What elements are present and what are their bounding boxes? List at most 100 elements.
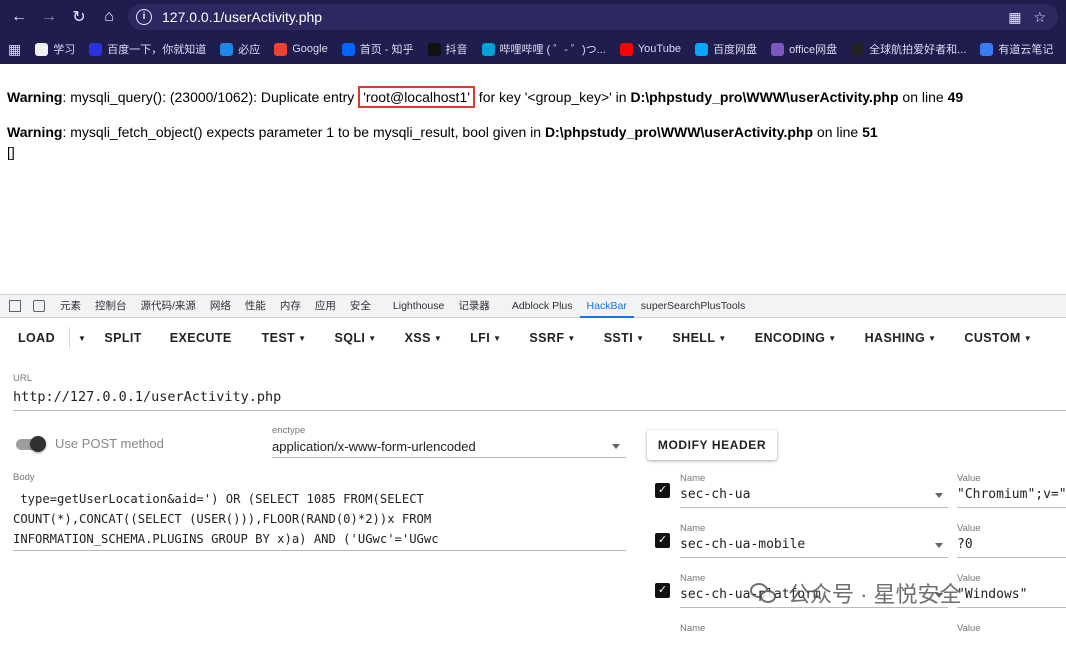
bookmark-item[interactable]: 必应	[220, 41, 260, 57]
duplicate-entry-highlight: 'root@localhost1'	[358, 86, 475, 108]
warning-path: D:\phpstudy_pro\WWW\userActivity.php	[630, 89, 899, 105]
bookmark-label: 有道云笔记	[998, 44, 1054, 56]
bookmark-item[interactable]: Google	[274, 42, 328, 56]
caret-down-icon: ▼	[368, 334, 377, 344]
body-textarea[interactable]: type=getUserLocation&aid=') OR (SELECT 1…	[13, 489, 613, 549]
caret-down-icon: ▼	[567, 334, 576, 344]
url-label: URL	[13, 373, 33, 384]
menu-ssrf[interactable]: SSRF ▼	[515, 331, 589, 345]
warning-label: Warning	[7, 89, 63, 105]
header-name-underline	[680, 507, 948, 508]
warning-label: Warning	[7, 124, 63, 140]
menu-label: TEST	[261, 331, 296, 345]
bookmark-label: 百度一下，你就知道	[107, 44, 207, 56]
modify-header-button[interactable]: MODIFY HEADER	[647, 430, 777, 460]
devtools-tab[interactable]: Lighthouse	[386, 295, 451, 318]
bookmark-item[interactable]: 学习	[35, 41, 75, 57]
header-value-underline	[957, 507, 1066, 508]
bookmark-label: 全球航拍爱好者和...	[869, 44, 967, 56]
bookmark-favicon-icon	[851, 42, 865, 56]
bookmark-label: 学习	[53, 44, 76, 56]
bookmark-favicon-icon	[427, 42, 441, 56]
devtools-tab[interactable]: HackBar	[579, 295, 634, 318]
device-toolbar-icon[interactable]	[33, 300, 45, 312]
bookmark-label: YouTube	[637, 43, 682, 55]
split-button[interactable]: SPLIT	[92, 331, 153, 345]
chevron-down-icon[interactable]	[935, 543, 943, 548]
bookmark-item[interactable]: 抖音	[427, 41, 468, 57]
bookmark-favicon-icon	[695, 42, 709, 56]
header-name-select[interactable]: sec-ch-ua-mobile	[680, 537, 805, 552]
devtools-tab[interactable]: 应用	[308, 295, 343, 318]
menu-custom[interactable]: CUSTOM ▼	[950, 331, 1046, 345]
bookmark-item[interactable]: 全球航拍爱好者和...	[851, 41, 966, 57]
address-url[interactable]: 127.0.0.1/userActivity.php	[162, 9, 322, 25]
warning-line-number: 51	[862, 124, 878, 140]
execute-button[interactable]: EXECUTE	[154, 331, 248, 345]
header-value-underline	[957, 607, 1066, 608]
header-enabled-checkbox[interactable]: ✓	[655, 483, 670, 498]
enctype-underline	[272, 457, 626, 458]
chevron-down-icon[interactable]	[612, 444, 620, 449]
load-dropdown-icon[interactable]: ▼	[72, 334, 92, 343]
header-value-input[interactable]: "Chromium";v="	[957, 487, 1066, 502]
devtools-tab[interactable]: 安全	[343, 295, 378, 318]
back-icon[interactable]: ←	[4, 2, 34, 32]
bookmark-item[interactable]: YouTube	[619, 42, 682, 56]
caret-down-icon: ▼	[828, 334, 837, 344]
bookmark-favicon-icon	[220, 42, 234, 56]
toggle-thumb	[30, 436, 46, 452]
devtools-tab[interactable]: 内存	[273, 295, 308, 318]
enctype-select[interactable]: application/x-www-form-urlencoded	[272, 439, 476, 454]
menu-ssti[interactable]: SSTI ▼	[590, 331, 659, 345]
header-value-input[interactable]: "Windows"	[957, 587, 1027, 602]
devtools-tab[interactable]: 元素	[53, 295, 88, 318]
header-value-input[interactable]: ?0	[957, 537, 973, 552]
inspect-element-icon[interactable]	[9, 300, 21, 312]
menu-label: ENCODING	[754, 331, 826, 345]
watermark: 公众号 · 星悦安全	[750, 577, 962, 609]
menu-hashing[interactable]: HASHING ▼	[851, 331, 951, 345]
bookmark-label: office网盘	[789, 44, 838, 56]
devtools-tab[interactable]: Adblock Plus	[505, 295, 580, 318]
url-input[interactable]: http://127.0.0.1/userActivity.php	[13, 389, 281, 405]
devtools-tab[interactable]: 性能	[238, 295, 273, 318]
menu-sqli[interactable]: SQLI ▼	[320, 331, 390, 345]
menu-encoding[interactable]: ENCODING ▼	[741, 331, 851, 345]
menu-lfi[interactable]: LFI ▼	[456, 331, 515, 345]
site-info-icon[interactable]: i	[136, 9, 152, 25]
bookmark-item[interactable]: 百度网盘	[695, 41, 757, 57]
reload-icon[interactable]: ↻	[64, 2, 94, 32]
post-method-toggle[interactable]	[14, 436, 48, 452]
devtools-tab[interactable]: superSearchPlusTools	[634, 295, 752, 318]
menu-test[interactable]: TEST ▼	[248, 331, 321, 345]
devtools-tab[interactable]: 网络	[203, 295, 238, 318]
home-icon[interactable]: ⌂	[94, 2, 124, 32]
bookmark-item[interactable]: 百度一下，你就知道	[89, 41, 206, 57]
menu-shell[interactable]: SHELL ▼	[658, 331, 740, 345]
devtools-tab[interactable]: 记录器	[451, 295, 497, 318]
translate-icon[interactable]: ▦	[1008, 9, 1021, 26]
apps-grid-icon[interactable]: ▦	[8, 41, 21, 58]
menu-label: SQLI	[334, 331, 366, 345]
bookmark-star-icon[interactable]: ☆	[1033, 9, 1046, 26]
bookmark-item[interactable]: 哔哩哔哩 ( ゜- ゜)つ...	[481, 41, 606, 57]
load-button[interactable]: LOAD	[0, 331, 67, 345]
forward-icon[interactable]: →	[34, 2, 64, 32]
header-name-select[interactable]: sec-ch-ua	[680, 487, 750, 502]
devtools-tab[interactable]: 控制台	[88, 295, 134, 318]
bookmark-item[interactable]: 有道云笔记	[980, 41, 1053, 57]
header-value-label: Value	[957, 623, 981, 634]
address-bar[interactable]: i 127.0.0.1/userActivity.php ▦ ☆	[128, 4, 1058, 30]
empty-output: []	[7, 144, 15, 160]
bookmark-item[interactable]: office网盘	[771, 41, 837, 57]
menu-xss[interactable]: XSS ▼	[391, 331, 457, 345]
header-enabled-checkbox[interactable]: ✓	[655, 583, 670, 598]
menu-label: SSRF	[529, 331, 565, 345]
wechat-icon	[750, 581, 778, 605]
bookmark-item[interactable]: 首页 - 知乎	[341, 41, 414, 57]
chevron-down-icon[interactable]	[935, 493, 943, 498]
menu-label: XSS	[404, 331, 431, 345]
devtools-tab[interactable]: 源代码/来源	[134, 295, 203, 318]
header-enabled-checkbox[interactable]: ✓	[655, 533, 670, 548]
